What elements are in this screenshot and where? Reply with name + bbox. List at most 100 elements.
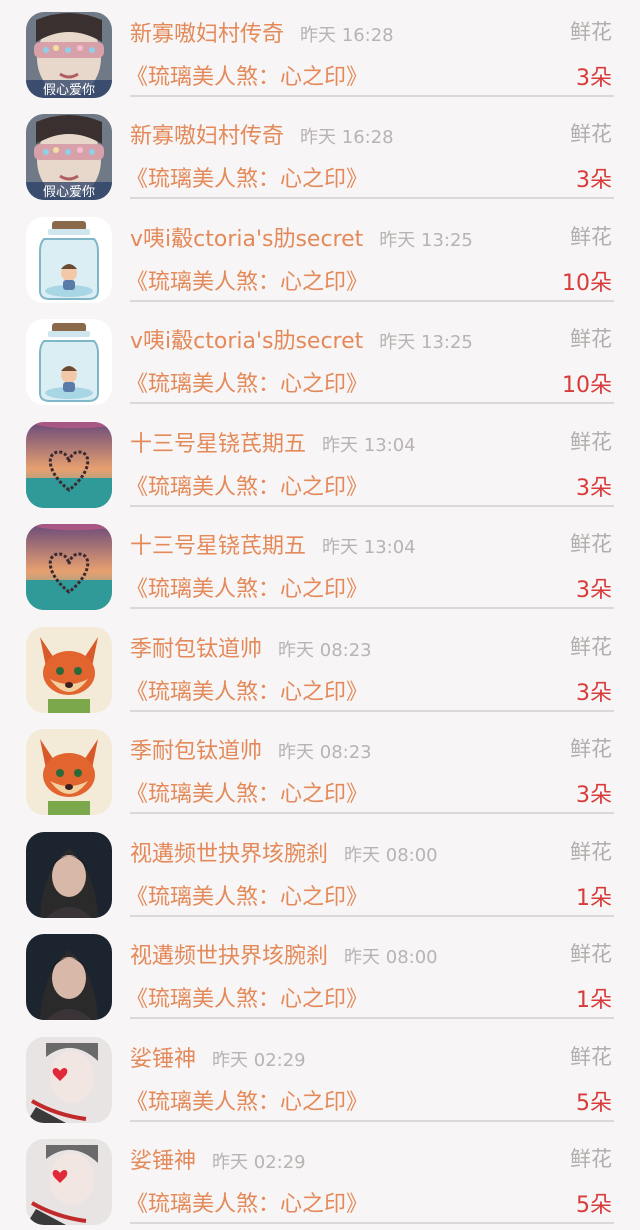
book-title[interactable]: 《琉璃美人煞：心之印》 [126, 981, 368, 1013]
avatar[interactable] [26, 832, 112, 918]
book-title[interactable]: 《琉璃美人煞：心之印》 [126, 674, 368, 706]
list-item[interactable]: v咦i觳ctoria's肋secret 昨天 13:25 鲜花 《琉璃美人煞：心之… [0, 307, 640, 410]
list-item[interactable]: 十三号星铙芪期五 昨天 13:04 鲜花 《琉璃美人煞：心之印》 3朵 [0, 410, 640, 513]
timestamp: 昨天 16:28 [300, 127, 394, 148]
list-item[interactable]: 十三号星铙芪期五 昨天 13:04 鲜花 《琉璃美人煞：心之印》 3朵 [0, 512, 640, 615]
flower-count: 5朵 [576, 1193, 612, 1218]
gift-type-label: 鲜花 [570, 327, 612, 351]
book-title[interactable]: 《琉璃美人煞：心之印》 [126, 571, 368, 603]
list-item[interactable]: 视遘频世抉界垓腕刹 昨天 08:00 鲜花 《琉璃美人煞：心之印》 1朵 [0, 820, 640, 923]
gift-record-list: 假心爱你 新寡嗷妇村传奇 昨天 16:28 鲜花 《琉璃美人煞：心之印》 3朵 假… [0, 0, 640, 1230]
timestamp: 昨天 02:29 [212, 1050, 306, 1071]
flower-count: 3朵 [576, 681, 612, 706]
divider [130, 95, 614, 97]
gift-type-label: 鲜花 [570, 1045, 612, 1069]
sender-name[interactable]: 视遘频世抉界垓腕刹 昨天 08:00 [130, 836, 438, 868]
divider [130, 1017, 614, 1019]
avatar[interactable] [26, 217, 112, 303]
jar-avatar [26, 217, 112, 303]
avatar[interactable] [26, 1037, 112, 1123]
flower-count: 5朵 [576, 1091, 612, 1116]
sender-name[interactable]: 新寡嗷妇村传奇 昨天 16:28 [130, 118, 394, 150]
flower-count: 10朵 [562, 373, 612, 398]
divider [130, 812, 614, 814]
book-title[interactable]: 《琉璃美人煞：心之印》 [126, 264, 368, 296]
sender-name[interactable]: v咦i觳ctoria's肋secret 昨天 13:25 [130, 221, 473, 253]
timestamp: 昨天 08:23 [278, 640, 372, 661]
gift-type-label: 鲜花 [570, 737, 612, 761]
flower-count: 3朵 [576, 783, 612, 808]
avatar[interactable] [26, 422, 112, 508]
list-item[interactable]: 季耐包钛道帅 昨天 08:23 鲜花 《琉璃美人煞：心之印》 3朵 [0, 615, 640, 718]
sender-name[interactable]: 季耐包钛道帅 昨天 08:23 [130, 631, 372, 663]
flower-count: 3朵 [576, 476, 612, 501]
divider [130, 607, 614, 609]
flower-count: 1朵 [576, 988, 612, 1013]
book-title[interactable]: 《琉璃美人煞：心之印》 [126, 161, 368, 193]
sender-name[interactable]: v咦i觳ctoria's肋secret 昨天 13:25 [130, 323, 473, 355]
mask-girl-avatar: 假心爱你 [26, 114, 112, 200]
avatar[interactable]: 假心爱你 [26, 114, 112, 200]
divider [130, 197, 614, 199]
heart-girl-avatar [26, 1037, 112, 1123]
heart-sunset-avatar [26, 422, 112, 508]
svg-text:假心爱你: 假心爱你 [43, 83, 95, 98]
gift-type-label: 鲜花 [570, 635, 612, 659]
book-title[interactable]: 《琉璃美人煞：心之印》 [126, 1186, 368, 1218]
divider [130, 915, 614, 917]
divider [130, 402, 614, 404]
gift-type-label: 鲜花 [570, 225, 612, 249]
divider [130, 505, 614, 507]
list-item[interactable]: 假心爱你 新寡嗷妇村传奇 昨天 16:28 鲜花 《琉璃美人煞：心之印》 3朵 [0, 0, 640, 103]
timestamp: 昨天 13:04 [322, 435, 416, 456]
gift-type-label: 鲜花 [570, 532, 612, 556]
avatar[interactable]: 假心爱你 [26, 12, 112, 98]
avatar[interactable] [26, 627, 112, 713]
flower-count: 10朵 [562, 271, 612, 296]
flower-count: 3朵 [576, 578, 612, 603]
gift-type-label: 鲜花 [570, 430, 612, 454]
sender-name[interactable]: 十三号星铙芪期五 昨天 13:04 [130, 426, 416, 458]
gift-type-label: 鲜花 [570, 942, 612, 966]
fox-avatar [26, 627, 112, 713]
list-item[interactable]: 假心爱你 新寡嗷妇村传奇 昨天 16:28 鲜花 《琉璃美人煞：心之印》 3朵 [0, 102, 640, 205]
book-title[interactable]: 《琉璃美人煞：心之印》 [126, 59, 368, 91]
sender-name[interactable]: 视遘频世抉界垓腕刹 昨天 08:00 [130, 938, 438, 970]
sender-name[interactable]: 十三号星铙芪期五 昨天 13:04 [130, 528, 416, 560]
divider [130, 1120, 614, 1122]
divider [130, 300, 614, 302]
avatar[interactable] [26, 524, 112, 610]
book-title[interactable]: 《琉璃美人煞：心之印》 [126, 879, 368, 911]
sender-name[interactable]: 新寡嗷妇村传奇 昨天 16:28 [130, 16, 394, 48]
gift-type-label: 鲜花 [570, 20, 612, 44]
book-title[interactable]: 《琉璃美人煞：心之印》 [126, 366, 368, 398]
avatar[interactable] [26, 319, 112, 405]
avatar[interactable] [26, 1139, 112, 1225]
heart-sunset-avatar [26, 524, 112, 610]
gift-type-label: 鲜花 [570, 840, 612, 864]
fox-avatar [26, 729, 112, 815]
book-title[interactable]: 《琉璃美人煞：心之印》 [126, 1084, 368, 1116]
timestamp: 昨天 13:25 [379, 230, 473, 251]
book-title[interactable]: 《琉璃美人煞：心之印》 [126, 776, 368, 808]
heart-girl-avatar [26, 1139, 112, 1225]
timestamp: 昨天 16:28 [300, 25, 394, 46]
list-item[interactable]: v咦i觳ctoria's肋secret 昨天 13:25 鲜花 《琉璃美人煞：心之… [0, 205, 640, 308]
timestamp: 昨天 13:04 [322, 537, 416, 558]
sender-name[interactable]: 娑锤神 昨天 02:29 [130, 1143, 306, 1175]
list-item[interactable]: 娑锤神 昨天 02:29 鲜花 《琉璃美人煞：心之印》 5朵 [0, 1025, 640, 1128]
sender-name[interactable]: 娑锤神 昨天 02:29 [130, 1041, 306, 1073]
book-title[interactable]: 《琉璃美人煞：心之印》 [126, 469, 368, 501]
list-item[interactable]: 季耐包钛道帅 昨天 08:23 鲜花 《琉璃美人煞：心之印》 3朵 [0, 717, 640, 820]
flower-count: 1朵 [576, 886, 612, 911]
timestamp: 昨天 02:29 [212, 1152, 306, 1173]
avatar[interactable] [26, 729, 112, 815]
jar-avatar [26, 319, 112, 405]
avatar[interactable] [26, 934, 112, 1020]
gift-type-label: 鲜花 [570, 122, 612, 146]
list-item[interactable]: 娑锤神 昨天 02:29 鲜花 《琉璃美人煞：心之印》 5朵 [0, 1127, 640, 1230]
sender-name[interactable]: 季耐包钛道帅 昨天 08:23 [130, 733, 372, 765]
list-item[interactable]: 视遘频世抉界垓腕刹 昨天 08:00 鲜花 《琉璃美人煞：心之印》 1朵 [0, 922, 640, 1025]
svg-text:假心爱你: 假心爱你 [43, 185, 95, 200]
flower-count: 3朵 [576, 168, 612, 193]
